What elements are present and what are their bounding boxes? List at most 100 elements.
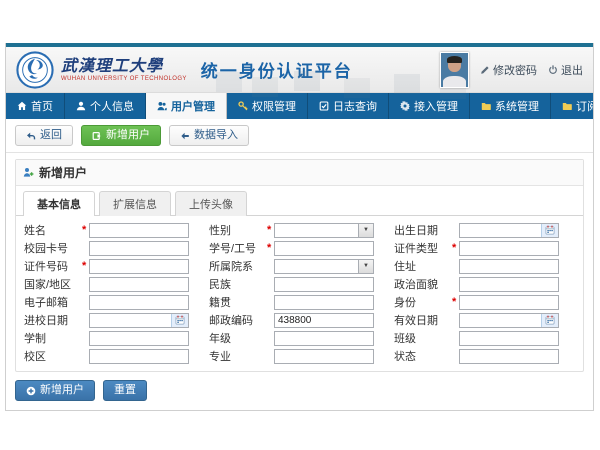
field-input[interactable] [275, 350, 373, 363]
field-input[interactable] [275, 314, 373, 327]
nav-item-log-query[interactable]: 日志查询 [308, 93, 389, 119]
field-control [89, 259, 189, 274]
form-field: 姓名* [24, 222, 209, 238]
field-control [274, 313, 374, 328]
submit-add-user-label: 新增用户 [40, 384, 84, 397]
field-control [274, 241, 374, 256]
required-asterisk: * [267, 242, 274, 254]
form-field: 籍贯 [209, 294, 394, 310]
field-label: 住址 [394, 258, 452, 274]
field-control [459, 241, 559, 256]
field-input[interactable] [90, 224, 188, 237]
university-logo [16, 51, 54, 89]
nav-item-user-mgmt[interactable]: 用户管理 [146, 93, 227, 119]
form-field: 学制 [24, 330, 209, 346]
page: 武漢理工大學 WUHAN UNIVERSITY OF TECHNOLOGY 统一… [0, 0, 600, 450]
app-header: 武漢理工大學 WUHAN UNIVERSITY OF TECHNOLOGY 统一… [6, 47, 593, 93]
field-input[interactable] [275, 278, 373, 291]
change-password-link[interactable]: 修改密码 [480, 62, 537, 78]
change-password-label: 修改密码 [493, 62, 537, 78]
field-control: ▼ [274, 223, 374, 238]
field-input[interactable] [460, 296, 558, 309]
nav-item-sub-mgmt[interactable]: 订阅管理 [551, 93, 594, 119]
field-input[interactable] [90, 296, 188, 309]
folder-icon [562, 101, 572, 111]
nav-item-label: 订阅管理 [576, 98, 594, 114]
nav-item-perm-mgmt[interactable]: 权限管理 [227, 93, 308, 119]
key-icon [238, 101, 248, 111]
data-import-label: 数据导入 [194, 129, 238, 142]
nav-item-home[interactable]: 首页 [6, 93, 65, 119]
calendar-icon[interactable] [171, 314, 188, 327]
field-label: 所属院系 [209, 258, 267, 274]
field-label: 进校日期 [24, 312, 82, 328]
field-control [89, 295, 189, 310]
tab-basic-info[interactable]: 基本信息 [23, 191, 95, 216]
calendar-icon[interactable] [541, 224, 558, 237]
nav-item-sys-mgmt[interactable]: 系统管理 [470, 93, 551, 119]
field-input[interactable] [460, 314, 541, 327]
add-user-panel: 新增用户 基本信息扩展信息上传头像 姓名*性别*▼出生日期校园卡号学号/工号*证… [15, 159, 584, 372]
field-input[interactable] [460, 278, 558, 291]
nav-item-label: 系统管理 [495, 98, 539, 114]
field-control [459, 331, 559, 346]
field-input[interactable] [460, 260, 558, 273]
form-field: 证件类型* [394, 240, 579, 256]
nav-item-profile[interactable]: 个人信息 [65, 93, 146, 119]
main-nav: 首页 个人信息用户管理权限管理日志查询接入管理 系统管理 订阅管理 [6, 93, 593, 119]
nav-item-label: 首页 [31, 98, 53, 114]
field-input[interactable] [460, 350, 558, 363]
field-input[interactable] [275, 260, 358, 273]
field-label: 证件类型 [394, 240, 452, 256]
logout-link[interactable]: 退出 [548, 62, 583, 78]
data-import-button[interactable]: 数据导入 [169, 125, 249, 146]
form-field: 班级 [394, 330, 579, 346]
form-field: 校园卡号 [24, 240, 209, 256]
field-label: 性别 [209, 222, 267, 238]
form-field: 电子邮箱 [24, 294, 209, 310]
field-control [459, 259, 559, 274]
field-label: 籍贯 [209, 294, 267, 310]
form-field: 有效日期 [394, 312, 579, 328]
field-control [89, 313, 189, 328]
back-button[interactable]: 返回 [15, 125, 73, 146]
panel-header: 新增用户 [16, 160, 583, 186]
nav-item-label: 个人信息 [90, 98, 134, 114]
submit-add-user-button[interactable]: 新增用户 [15, 380, 95, 401]
field-control [459, 277, 559, 292]
field-input[interactable] [275, 296, 373, 309]
field-input[interactable] [460, 332, 558, 345]
field-label: 电子邮箱 [24, 294, 82, 310]
field-control [274, 277, 374, 292]
field-input[interactable] [90, 242, 188, 255]
field-control [274, 295, 374, 310]
add-record-icon [92, 131, 102, 141]
field-input[interactable] [275, 242, 373, 255]
required-asterisk: * [82, 260, 89, 272]
field-input[interactable] [90, 332, 188, 345]
dropdown-arrow-icon[interactable]: ▼ [358, 224, 373, 237]
field-label: 专业 [209, 348, 267, 364]
form-field: 状态 [394, 348, 579, 364]
user-avatar[interactable] [440, 52, 469, 88]
toolbar: 返回 新增用户 数据导入 [6, 119, 593, 153]
field-input[interactable] [90, 350, 188, 363]
form-grid: 姓名*性别*▼出生日期校园卡号学号/工号*证件类型*证件号码*所属院系▼住址国家… [16, 216, 583, 371]
field-label: 学制 [24, 330, 82, 346]
tab-upload-avatar[interactable]: 上传头像 [175, 191, 247, 216]
tab-ext-info[interactable]: 扩展信息 [99, 191, 171, 216]
nav-item-access-mgmt[interactable]: 接入管理 [389, 93, 470, 119]
calendar-icon[interactable] [541, 314, 558, 327]
field-input[interactable] [275, 332, 373, 345]
field-control [274, 349, 374, 364]
add-user-toolbar-button[interactable]: 新增用户 [81, 125, 161, 146]
back-arrow-icon [26, 131, 36, 141]
dropdown-arrow-icon[interactable]: ▼ [358, 260, 373, 273]
field-input[interactable] [460, 224, 541, 237]
field-input[interactable] [460, 242, 558, 255]
field-input[interactable] [275, 224, 358, 237]
field-input[interactable] [90, 314, 171, 327]
field-input[interactable] [90, 260, 188, 273]
reset-button[interactable]: 重置 [103, 380, 147, 401]
field-input[interactable] [90, 278, 188, 291]
